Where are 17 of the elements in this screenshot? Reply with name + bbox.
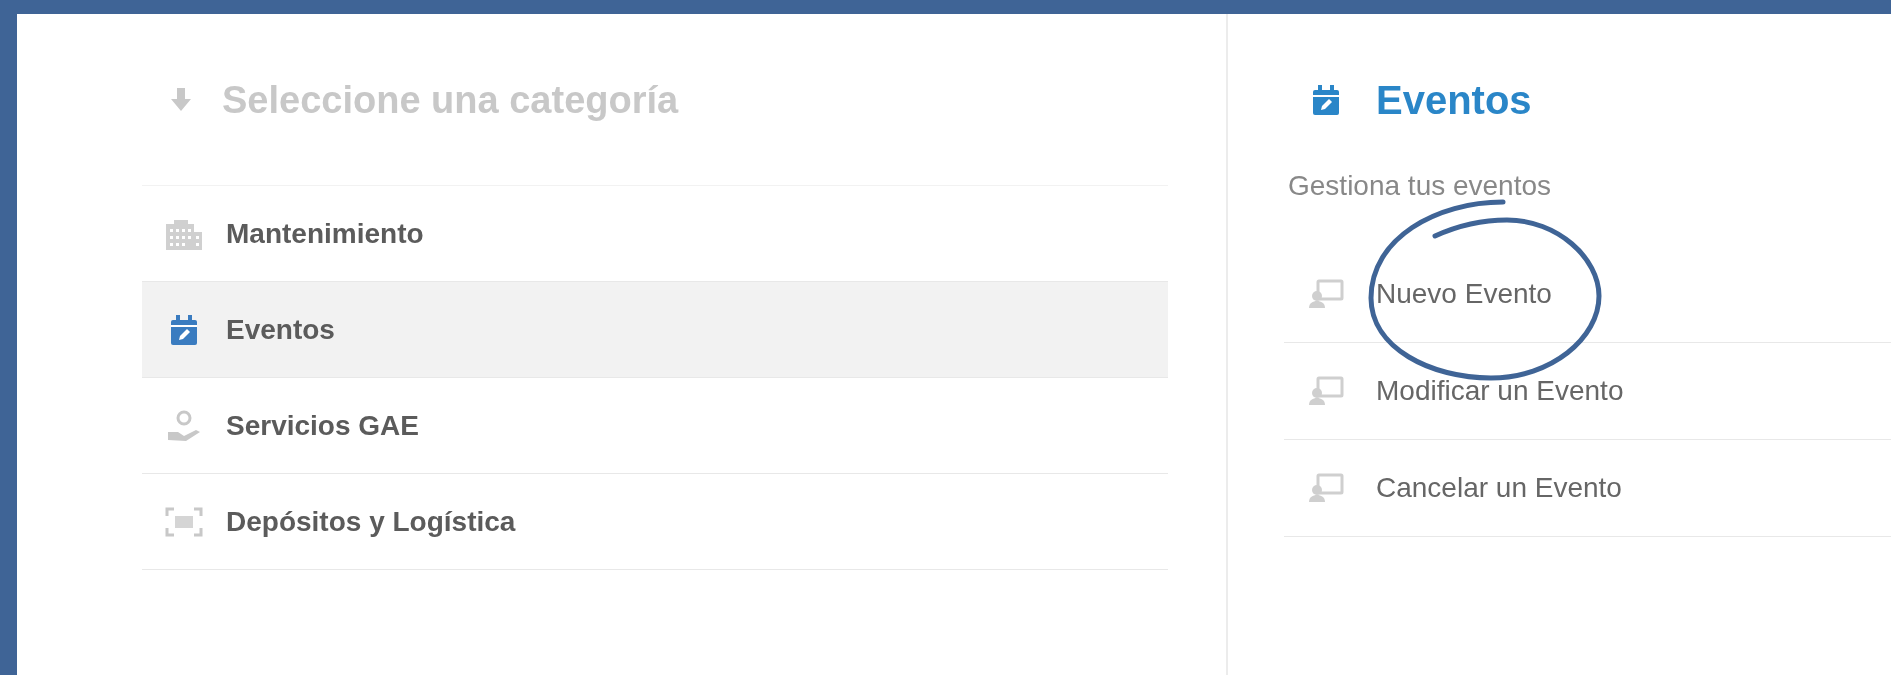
- monitor-user-icon: [1308, 279, 1344, 309]
- monitor-user-icon: [1308, 376, 1344, 406]
- category-item[interactable]: Eventos: [142, 282, 1168, 378]
- action-link[interactable]: Modificar un Evento: [1376, 375, 1624, 407]
- section-subtitle: Gestiona tus eventos: [1287, 169, 1553, 203]
- calendar-icon: [170, 313, 198, 346]
- monitor-user-icon: [1308, 473, 1344, 503]
- action-link[interactable]: Cancelar un Evento: [1376, 472, 1622, 504]
- category-item[interactable]: Servicios GAE: [142, 378, 1168, 474]
- hand-person-icon: [166, 409, 202, 442]
- barcode-scanner-icon: [165, 506, 203, 537]
- action-link[interactable]: Nuevo Evento: [1376, 278, 1552, 310]
- building-icon: [164, 217, 204, 250]
- down-arrow-icon: [170, 88, 192, 112]
- section-title: Eventos: [1376, 77, 1532, 123]
- calendar-icon: [1312, 84, 1340, 116]
- category-item[interactable]: Depósitos y Logística: [142, 474, 1168, 570]
